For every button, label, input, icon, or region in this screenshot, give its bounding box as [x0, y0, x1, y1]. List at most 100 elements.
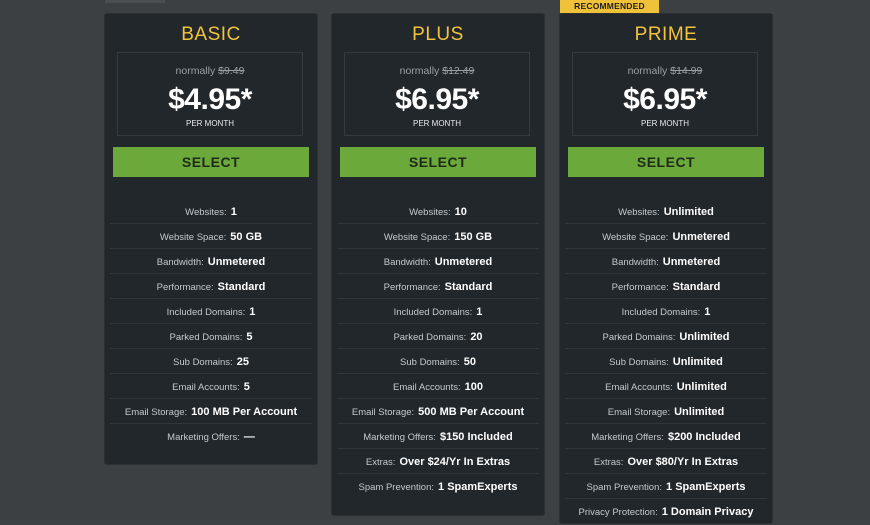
select-prime-button[interactable]: SELECT — [568, 147, 764, 177]
feature-value: Unmetered — [662, 256, 721, 268]
price-period: PER MONTH — [641, 119, 689, 128]
feature-value: 100 MB Per Account — [191, 406, 298, 418]
feature-value: 1 — [476, 306, 483, 318]
feature-value: Unmetered — [434, 256, 493, 268]
feature-value: 20 — [470, 331, 483, 343]
feature-label: Email Storage: — [351, 407, 415, 418]
price-period: PER MONTH — [413, 119, 461, 128]
price-box: normally $9.49 $4.95* PER MONTH — [117, 52, 303, 136]
feature-label: Marketing Offers: — [363, 432, 436, 443]
feature-value: 150 GB — [454, 231, 493, 243]
feature-value: 10 — [454, 206, 467, 218]
feature-row: Marketing Offers: $200 Included — [565, 424, 767, 449]
plan-name: PLUS — [412, 24, 464, 45]
background-fragment — [105, 0, 165, 3]
feature-row: Marketing Offers: $150 Included — [337, 424, 539, 449]
feature-label: Email Accounts: — [393, 382, 461, 393]
feature-label: Parked Domains: — [602, 332, 676, 343]
feature-row: Bandwidth: Unmetered — [565, 249, 767, 274]
feature-row: Website Space: 150 GB — [337, 224, 539, 249]
feature-label: Included Domains: — [621, 307, 701, 318]
feature-row: Included Domains: 1 — [110, 299, 312, 324]
feature-row: Included Domains: 1 — [565, 299, 767, 324]
feature-value: 50 — [463, 356, 476, 368]
feature-row: Extras: Over $24/Yr In Extras — [337, 449, 539, 474]
feature-row: Privacy Protection: 1 Domain Privacy — [565, 499, 767, 523]
feature-value: 5 — [243, 381, 250, 393]
feature-value: Over $24/Yr In Extras — [399, 456, 511, 468]
feature-value: 100 — [464, 381, 483, 393]
feature-row: Email Accounts: 100 — [337, 374, 539, 399]
feature-label: Performance: — [383, 282, 441, 293]
feature-row: Website Space: 50 GB — [110, 224, 312, 249]
feature-row: Email Storage: 100 MB Per Account — [110, 399, 312, 424]
feature-row: Spam Prevention: 1 SpamExperts — [565, 474, 767, 499]
feature-row: Bandwidth: Unmetered — [110, 249, 312, 274]
feature-label: Bandwidth: — [611, 257, 659, 268]
feature-label: Marketing Offers: — [167, 432, 240, 443]
normally-price: normally $9.49 — [118, 65, 302, 77]
feature-row: Extras: Over $80/Yr In Extras — [565, 449, 767, 474]
select-basic-button[interactable]: SELECT — [113, 147, 309, 177]
feature-row: Sub Domains: 50 — [337, 349, 539, 374]
feature-label: Websites: — [618, 207, 660, 218]
normally-label: normally — [175, 65, 216, 77]
feature-label: Websites: — [409, 207, 451, 218]
plan-name: BASIC — [181, 24, 241, 45]
feature-label: Websites: — [185, 207, 227, 218]
feature-row: Sub Domains: Unlimited — [565, 349, 767, 374]
feature-value: $200 Included — [667, 431, 741, 443]
feature-value: 1 SpamExperts — [666, 481, 746, 493]
current-price: $6.95* — [395, 83, 479, 116]
feature-row: Websites: 10 — [337, 199, 539, 224]
feature-row: Email Accounts: 5 — [110, 374, 312, 399]
feature-list: Websites: 10 Website Space: 150 GB Bandwid… — [337, 199, 539, 498]
feature-value: 1 — [230, 206, 237, 218]
feature-row: Performance: Standard — [110, 274, 312, 299]
feature-value: Unlimited — [674, 406, 725, 418]
feature-label: Parked Domains: — [169, 332, 243, 343]
feature-value: Unlimited — [663, 206, 714, 218]
feature-label: Performance: — [611, 282, 669, 293]
feature-value: Unlimited — [672, 356, 723, 368]
select-plus-button[interactable]: SELECT — [340, 147, 536, 177]
feature-value: Standard — [217, 281, 266, 293]
feature-row: Email Accounts: Unlimited — [565, 374, 767, 399]
feature-label: Included Domains: — [166, 307, 246, 318]
feature-value: 5 — [246, 331, 253, 343]
feature-row: Bandwidth: Unmetered — [337, 249, 539, 274]
feature-row: Included Domains: 1 — [337, 299, 539, 324]
plan-card-plus: PLUS normally $12.49 $6.95* PER MONTH SE… — [332, 14, 544, 515]
plan-card-prime: PRIME normally $14.99 $6.95* PER MONTH S… — [560, 14, 772, 523]
feature-label: Extras: — [593, 457, 624, 468]
feature-label: Email Accounts: — [605, 382, 673, 393]
old-price: $12.49 — [442, 65, 475, 77]
feature-row: Sub Domains: 25 — [110, 349, 312, 374]
feature-value: Standard — [672, 281, 721, 293]
current-price: $4.95* — [168, 83, 252, 116]
feature-label: Email Storage: — [607, 407, 671, 418]
feature-label: Privacy Protection: — [578, 507, 658, 518]
feature-label: Performance: — [156, 282, 214, 293]
feature-row: Performance: Standard — [337, 274, 539, 299]
current-price: $6.95* — [623, 83, 707, 116]
feature-label: Email Accounts: — [172, 382, 240, 393]
feature-label: Email Storage: — [124, 407, 188, 418]
price-box: normally $14.99 $6.95* PER MONTH — [572, 52, 758, 136]
feature-row: Parked Domains: 5 — [110, 324, 312, 349]
feature-value: $150 Included — [439, 431, 513, 443]
plan-card-basic: BASIC normally $9.49 $4.95* PER MONTH SE… — [105, 14, 317, 464]
feature-label: Sub Domains: — [400, 357, 460, 368]
feature-label: Spam Prevention: — [358, 482, 435, 493]
feature-value: Unlimited — [679, 331, 730, 343]
feature-list: Websites: 1 Website Space: 50 GB Bandwidth… — [110, 199, 312, 448]
feature-value: 1 SpamExperts — [438, 481, 518, 493]
plan-name: PRIME — [634, 24, 698, 45]
price-period: PER MONTH — [186, 119, 234, 128]
feature-row: Parked Domains: 20 — [337, 324, 539, 349]
feature-label: Marketing Offers: — [591, 432, 664, 443]
feature-label: Sub Domains: — [173, 357, 233, 368]
recommended-badge: RECOMMENDED — [560, 0, 659, 13]
feature-value: Unlimited — [676, 381, 727, 393]
feature-value: 1 — [249, 306, 256, 318]
